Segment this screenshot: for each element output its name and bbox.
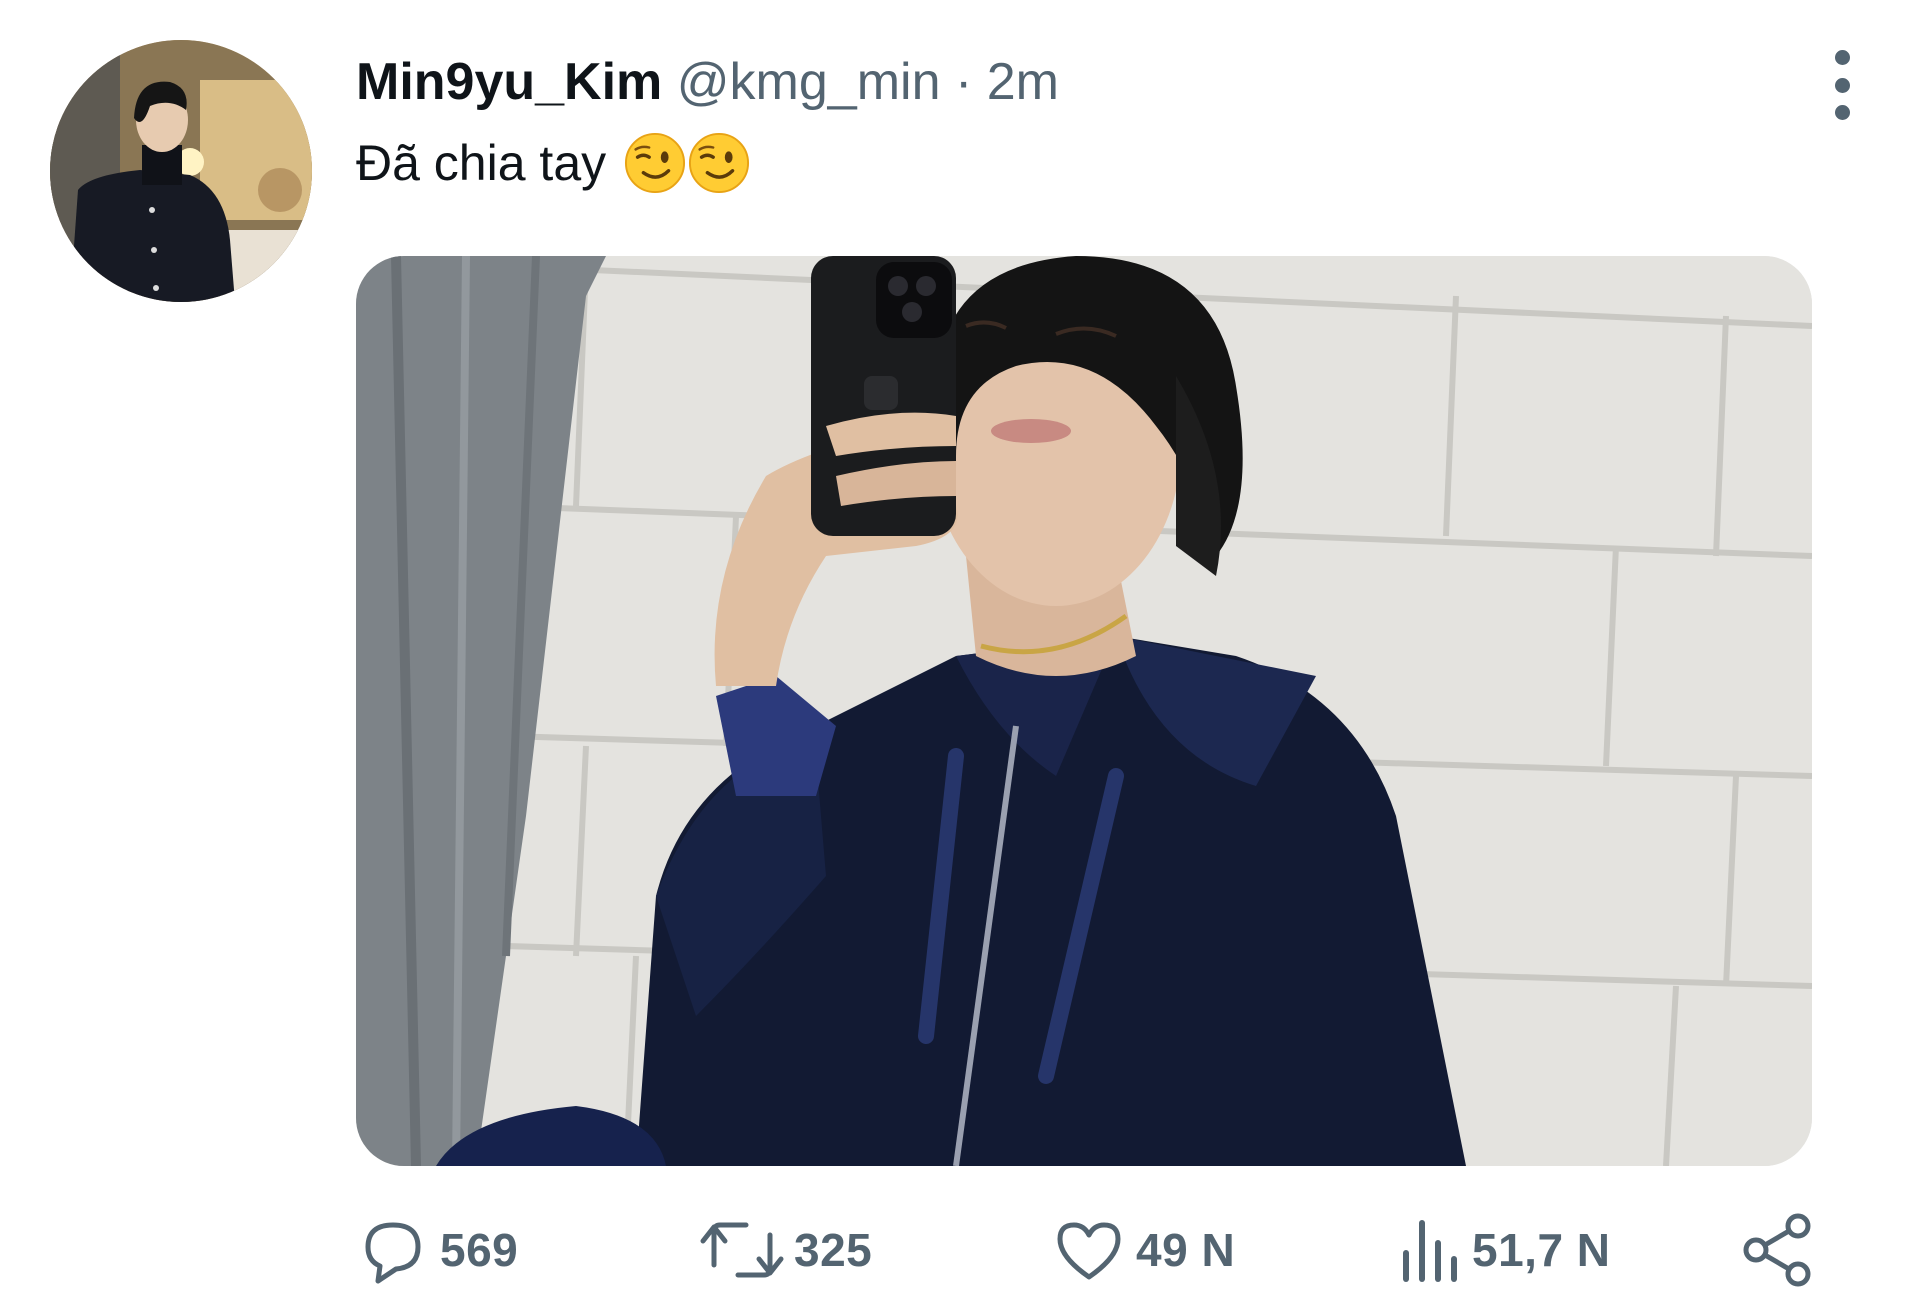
more-vertical-icon [1834, 50, 1850, 65]
winking-face-icon [689, 132, 750, 194]
retweet-icon [700, 1222, 784, 1278]
more-vertical-icon-dot [1834, 77, 1850, 93]
tweet-card: Min9yu_Kim @kmg_min · 2m Đã chia tay 569… [0, 0, 1920, 1301]
separator-dot: · [954, 53, 973, 111]
more-vertical-icon-dot [1834, 105, 1850, 120]
retweet-count: 325 [794, 1224, 873, 1276]
more-options-button[interactable] [1822, 50, 1862, 120]
tweet-text-content: Đã chia tay [356, 135, 607, 191]
avatar[interactable] [50, 40, 312, 302]
avatar-photo [50, 40, 312, 302]
tweet-media-image[interactable] [356, 256, 1812, 1166]
reply-button[interactable]: 569 [356, 1210, 518, 1290]
winking-face-icon [625, 132, 686, 194]
share-icon [1743, 1213, 1811, 1287]
tweet-text: Đã chia tay [356, 128, 750, 198]
like-count: 49 N [1136, 1224, 1236, 1276]
views-icon [1403, 1220, 1457, 1282]
reply-count: 569 [440, 1224, 519, 1276]
views-button[interactable]: 51,7 N [1398, 1210, 1611, 1290]
tweet-action-bar: 569 325 49 N 51,7 N [356, 1210, 1826, 1290]
share-button[interactable] [1740, 1210, 1816, 1290]
display-name[interactable]: Min9yu_Kim [356, 53, 662, 111]
heart-icon [1057, 1222, 1121, 1280]
tweet-header: Min9yu_Kim @kmg_min · 2m [356, 50, 1059, 114]
timestamp[interactable]: 2m [987, 53, 1059, 111]
views-count: 51,7 N [1472, 1224, 1611, 1276]
retweet-button[interactable]: 325 [700, 1210, 872, 1290]
selfie-photo [356, 256, 1812, 1166]
user-handle[interactable]: @kmg_min [677, 53, 941, 111]
like-button[interactable]: 49 N [1052, 1210, 1235, 1290]
reply-icon [365, 1222, 421, 1284]
